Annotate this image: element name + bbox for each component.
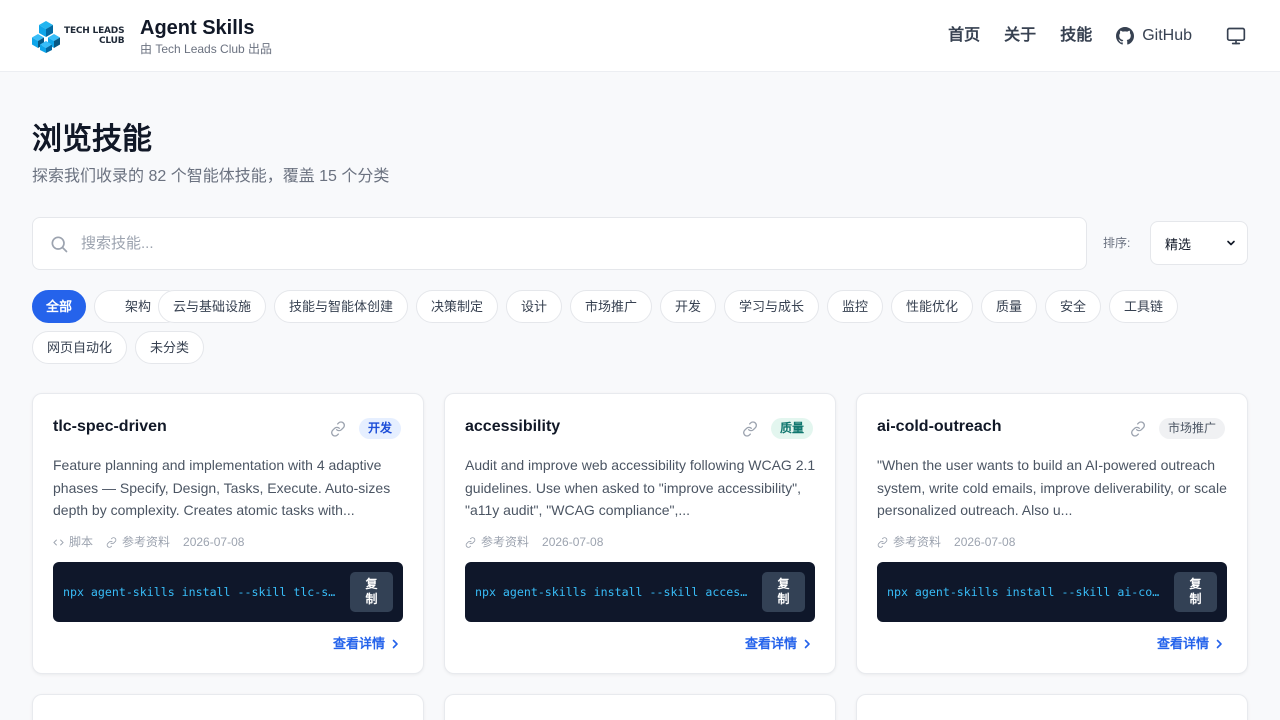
nav-github[interactable]: GitHub	[1116, 22, 1192, 50]
skill-description: Audit and improve web accessibility foll…	[465, 457, 816, 518]
skill-date: 2026-07-08	[954, 535, 1016, 549]
meta-references: 参考资料	[465, 534, 529, 550]
cube-logo-icon	[32, 21, 60, 53]
brand-subtitle: 由 Tech Leads Club 出品	[140, 42, 273, 56]
copy-button[interactable]: 复制	[350, 572, 393, 612]
install-command-block: npx agent-skills install --skill accessi…	[465, 562, 815, 622]
view-details-label: 查看详情	[332, 636, 385, 651]
skill-description: Feature planning and implementation with…	[53, 457, 391, 518]
skill-card[interactable]	[444, 694, 836, 720]
install-command[interactable]: npx agent-skills install --skill tlc-spe…	[63, 583, 341, 601]
filter-chip-all[interactable]: 全部	[32, 290, 86, 323]
github-icon	[1116, 27, 1135, 45]
install-command[interactable]: npx agent-skills install --skill accessi…	[475, 583, 753, 601]
skill-card[interactable]	[32, 694, 424, 720]
meta-references: 参考资料	[877, 534, 941, 550]
logo[interactable]: TECH LEADS CLUB	[32, 19, 125, 53]
skill-card[interactable]: accessibility 质量 Audit and improve web a…	[444, 393, 836, 674]
category-badge: 市场推广	[1159, 418, 1226, 439]
link-icon	[877, 536, 888, 548]
search-box	[32, 217, 1087, 270]
skill-title[interactable]: ai-cold-outreach	[877, 417, 1001, 437]
link-icon	[106, 536, 117, 548]
logo-line-1: TECH LEADS	[64, 26, 125, 36]
chevron-right-icon	[804, 639, 810, 649]
chevron-right-icon	[1216, 639, 1222, 649]
filter-chip[interactable]: 技能与智能体创建	[274, 290, 408, 323]
copy-button[interactable]: 复制	[1174, 572, 1217, 612]
link-icon[interactable]	[1130, 421, 1146, 437]
filter-chip[interactable]: 设计	[506, 290, 562, 323]
brand-title[interactable]: Agent Skills	[140, 16, 272, 40]
skill-meta: 脚本 参考资料 2026-07-08	[53, 534, 257, 550]
filter-chip[interactable]: 工具链	[1109, 290, 1178, 323]
install-command[interactable]: npx agent-skills install --skill ai-cold…	[887, 583, 1165, 601]
logo-wordmark: TECH LEADS CLUB	[64, 26, 125, 46]
view-details-link[interactable]: 查看详情	[1157, 635, 1225, 653]
chevron-down-icon	[1227, 240, 1235, 246]
skill-date: 2026-07-08	[183, 535, 245, 549]
category-badge: 开发	[359, 418, 402, 439]
nav-home[interactable]: 首页	[948, 22, 980, 50]
filter-chip[interactable]: 未分类	[135, 331, 204, 364]
skill-card[interactable]: ai-cold-outreach 市场推广 "When the user wan…	[856, 393, 1248, 674]
filter-chip[interactable]: 学习与成长	[724, 290, 819, 323]
search-input[interactable]	[81, 218, 1071, 269]
site-header: TECH LEADS CLUB Agent Skills 由 Tech Lead…	[0, 0, 1280, 72]
filter-chip[interactable]: 市场推广	[570, 290, 652, 323]
skill-date: 2026-07-08	[542, 535, 604, 549]
category-badge: 质量	[771, 418, 814, 439]
link-icon[interactable]	[330, 421, 346, 437]
filter-chip[interactable]: 开发	[660, 290, 716, 323]
view-details-link[interactable]: 查看详情	[745, 635, 813, 653]
meta-references-label: 参考资料	[481, 535, 530, 549]
chevron-right-icon	[392, 639, 398, 649]
skill-title[interactable]: accessibility	[465, 417, 560, 437]
filter-chip[interactable]: 安全	[1045, 290, 1101, 323]
skill-meta: 参考资料 2026-07-08	[465, 534, 616, 550]
brand: Agent Skills 由 Tech Leads Club 出品	[140, 16, 272, 57]
filter-chip[interactable]: 监控	[827, 290, 883, 323]
copy-button[interactable]: 复制	[762, 572, 805, 612]
view-details-link[interactable]: 查看详情	[333, 635, 401, 653]
monitor-icon	[1226, 27, 1246, 45]
skill-title[interactable]: tlc-spec-driven	[53, 417, 167, 437]
view-details-label: 查看详情	[744, 636, 797, 651]
meta-references-label: 参考资料	[893, 535, 942, 549]
page-subtitle: 探索我们收录的 82 个智能体技能，覆盖 15 个分类	[32, 168, 390, 185]
install-command-block: npx agent-skills install --skill tlc-spe…	[53, 562, 403, 622]
filter-chip[interactable]: 决策制定	[416, 290, 498, 323]
meta-references-label: 参考资料	[122, 535, 171, 549]
meta-scripts: 脚本	[53, 534, 93, 550]
main-nav: 首页 关于 技能 GitHub	[948, 22, 1248, 50]
skill-meta: 参考资料 2026-07-08	[877, 534, 1028, 550]
meta-scripts-label: 脚本	[69, 535, 94, 549]
filter-chip[interactable]: 网页自动化	[32, 331, 127, 364]
sort-select[interactable]: 精选	[1150, 221, 1248, 265]
sort-value: 精选	[1165, 236, 1192, 252]
meta-references: 参考资料	[106, 534, 170, 550]
filter-chip[interactable]: 质量	[981, 290, 1037, 323]
sort-label: 排序:	[1103, 236, 1131, 250]
filter-chip[interactable]: 云与基础设施	[158, 290, 266, 323]
install-command-block: npx agent-skills install --skill ai-cold…	[877, 562, 1227, 622]
filter-chip[interactable]: 性能优化	[891, 290, 973, 323]
link-icon[interactable]	[742, 421, 758, 437]
view-details-label: 查看详情	[1156, 636, 1209, 651]
logo-line-2: CLUB	[98, 36, 125, 46]
skill-description: "When the user wants to build an AI-powe…	[877, 457, 1227, 518]
code-icon	[53, 538, 64, 546]
nav-about[interactable]: 关于	[1004, 22, 1036, 50]
theme-toggle-button[interactable]	[1224, 24, 1248, 48]
link-icon	[465, 536, 476, 548]
skill-card[interactable]: tlc-spec-driven 开发 Feature planning and …	[32, 393, 424, 674]
page-title: 浏览技能	[32, 123, 152, 156]
nav-skills[interactable]: 技能	[1060, 22, 1092, 50]
search-icon	[51, 236, 68, 253]
nav-github-label: GitHub	[1142, 27, 1192, 44]
skill-card[interactable]	[856, 694, 1248, 720]
